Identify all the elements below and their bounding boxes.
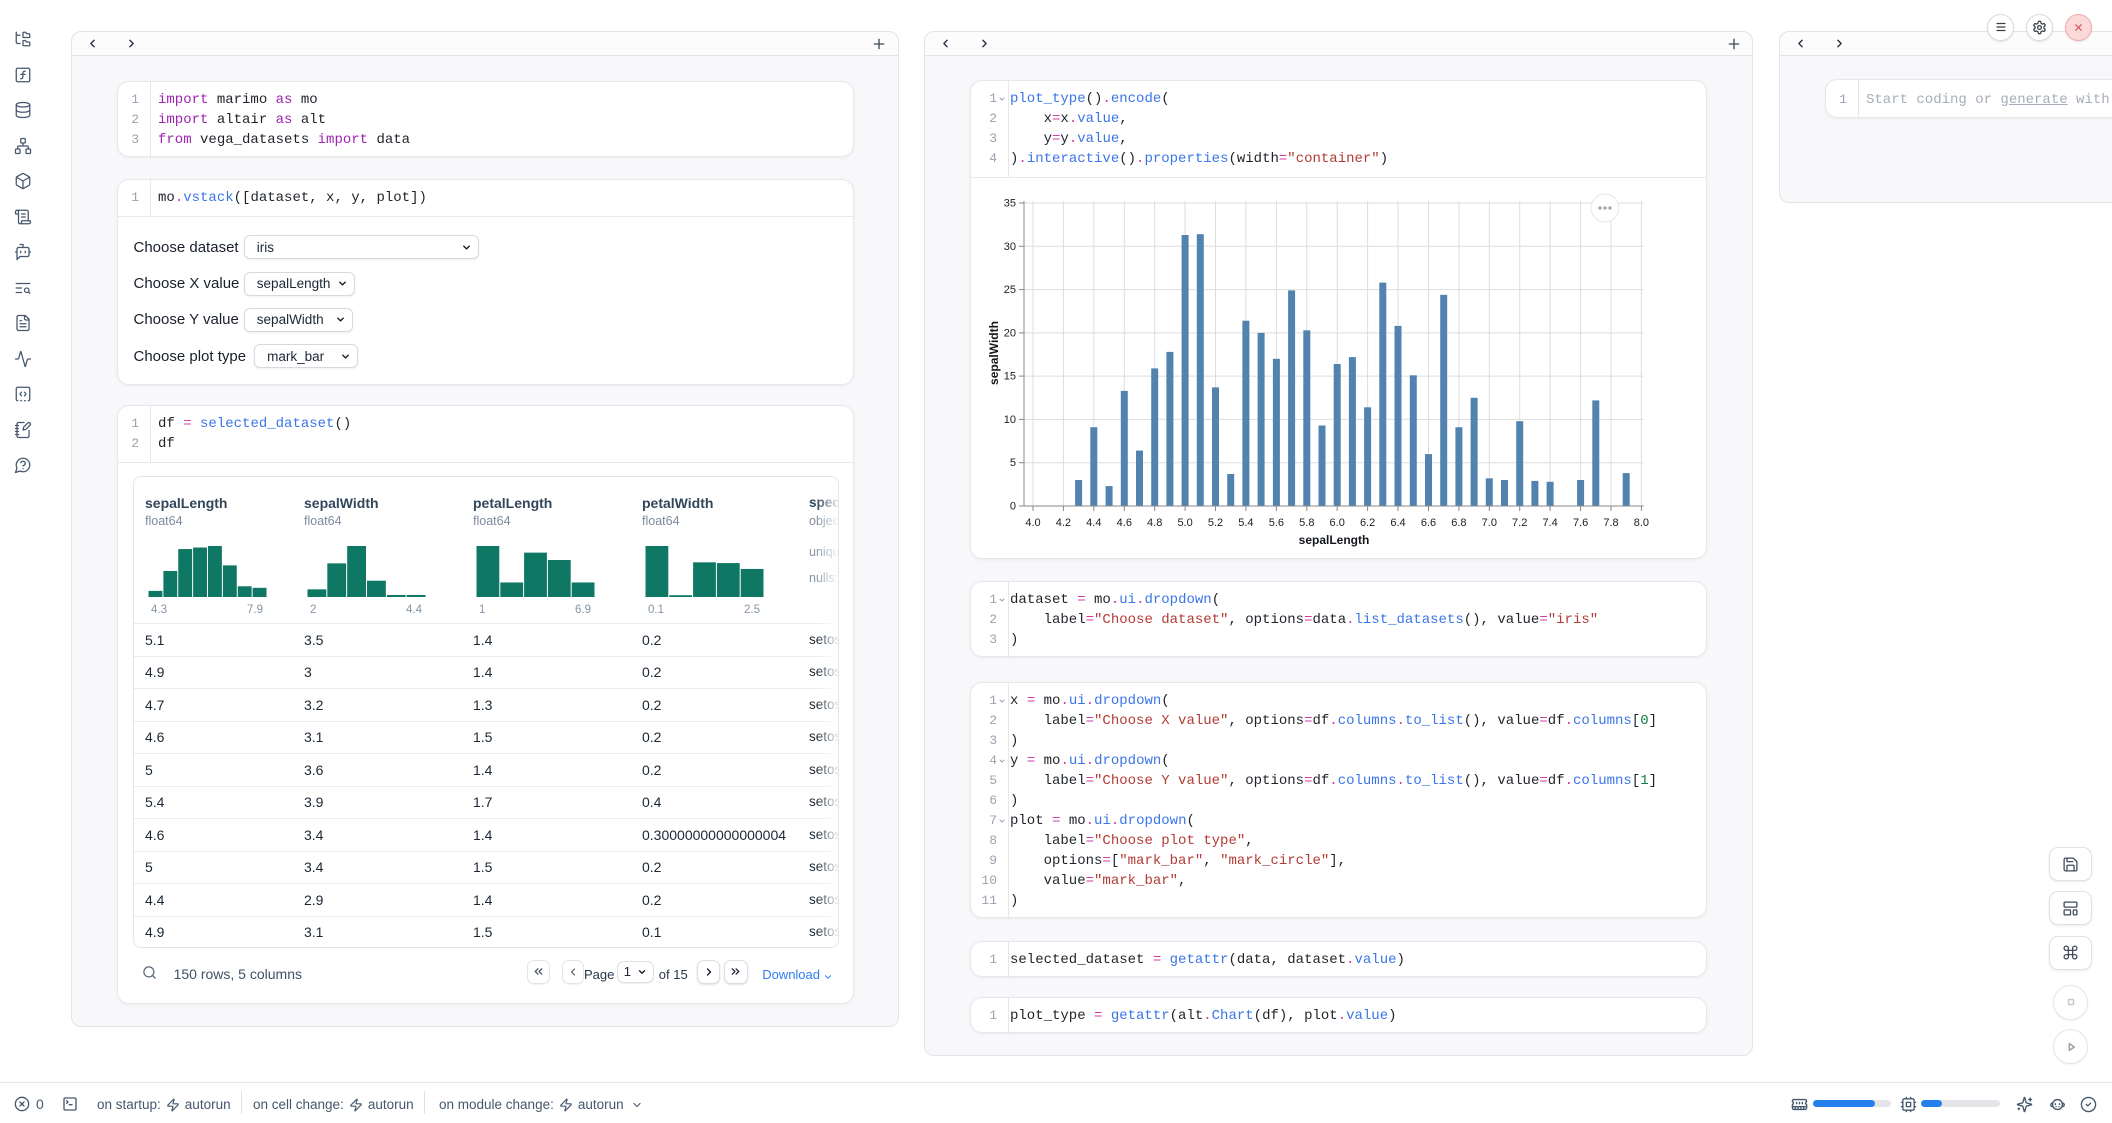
svg-text:5.0: 5.0 (1177, 517, 1192, 529)
svg-text:4.8: 4.8 (1147, 517, 1162, 529)
svg-text:20: 20 (1004, 327, 1016, 339)
svg-text:4.0: 4.0 (1025, 517, 1040, 529)
svg-text:5.6: 5.6 (1269, 517, 1284, 529)
svg-text:5: 5 (1010, 457, 1016, 469)
svg-text:4.6: 4.6 (1117, 517, 1132, 529)
svg-text:7.4: 7.4 (1542, 517, 1557, 529)
svg-text:8.0: 8.0 (1634, 517, 1649, 529)
svg-text:7.8: 7.8 (1603, 517, 1618, 529)
svg-text:sepalWidth: sepalWidth (987, 321, 1001, 385)
svg-text:6.2: 6.2 (1360, 517, 1375, 529)
svg-text:30: 30 (1004, 241, 1016, 253)
svg-text:6.4: 6.4 (1390, 517, 1405, 529)
svg-text:7.0: 7.0 (1482, 517, 1497, 529)
svg-text:4.2: 4.2 (1056, 517, 1071, 529)
svg-text:6.0: 6.0 (1330, 517, 1345, 529)
svg-text:4.4: 4.4 (1086, 517, 1101, 529)
svg-text:6.8: 6.8 (1451, 517, 1466, 529)
svg-text:0: 0 (1010, 501, 1016, 513)
svg-text:5.2: 5.2 (1208, 517, 1223, 529)
svg-text:5.8: 5.8 (1299, 517, 1314, 529)
svg-text:15: 15 (1004, 371, 1016, 383)
svg-text:10: 10 (1004, 414, 1016, 426)
svg-text:7.2: 7.2 (1512, 517, 1527, 529)
svg-text:25: 25 (1004, 284, 1016, 296)
svg-text:5.4: 5.4 (1238, 517, 1253, 529)
svg-text:sepalLength: sepalLength (1299, 533, 1370, 547)
svg-text:35: 35 (1004, 198, 1016, 210)
svg-text:6.6: 6.6 (1421, 517, 1436, 529)
svg-text:7.6: 7.6 (1573, 517, 1588, 529)
